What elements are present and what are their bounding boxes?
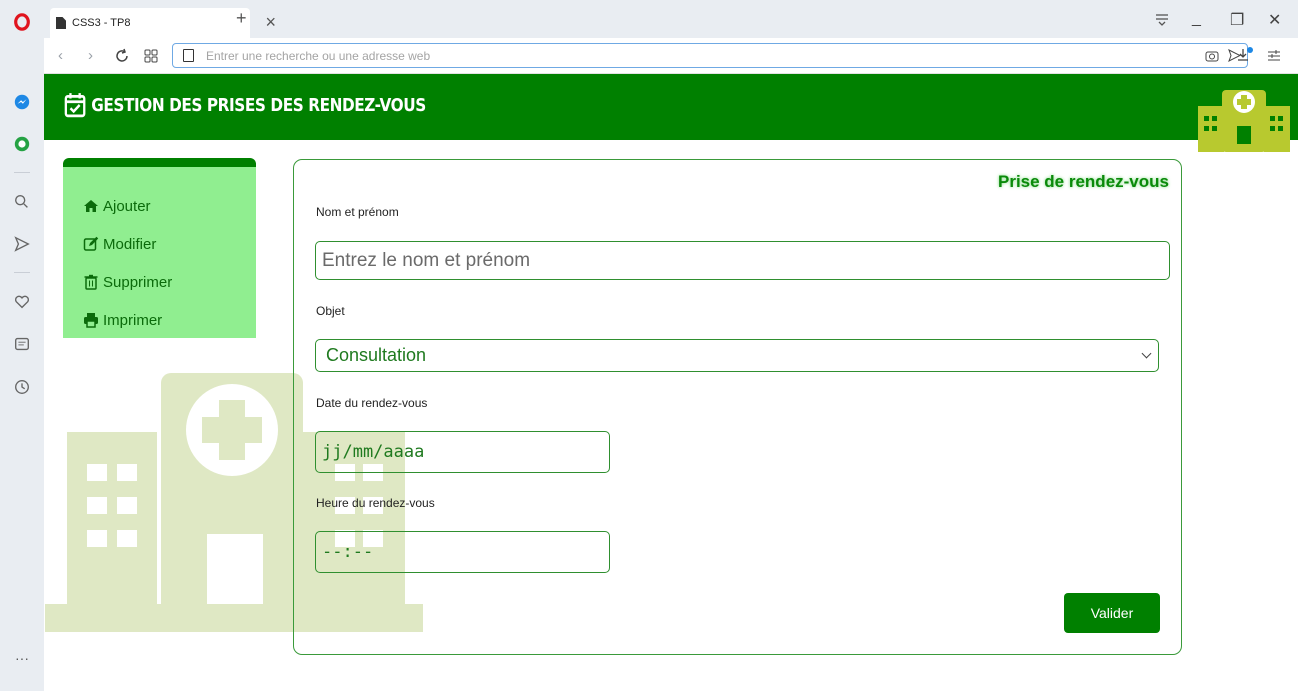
- minimize-button[interactable]: _: [1192, 10, 1201, 28]
- home-icon: [84, 200, 98, 212]
- search-icon[interactable]: [10, 190, 34, 214]
- name-label: Nom et prénom: [316, 205, 399, 219]
- url-box: [172, 43, 1248, 68]
- messenger-icon[interactable]: [10, 90, 34, 114]
- history-icon[interactable]: [10, 375, 34, 399]
- easy-setup-icon[interactable]: [1154, 12, 1170, 26]
- reload-icon[interactable]: [114, 48, 130, 64]
- menu-item-label: Supprimer: [103, 273, 173, 291]
- address-bar: ‹ ›: [44, 38, 1298, 74]
- calendar-check-icon: [64, 93, 86, 118]
- hospital-logo-icon: [1198, 90, 1290, 152]
- tabs-grid-icon[interactable]: [144, 49, 158, 63]
- page-icon: [183, 49, 194, 62]
- submit-button[interactable]: Valider: [1064, 593, 1160, 633]
- browser-tab[interactable]: CSS3 - TP8 ×: [50, 8, 276, 38]
- form-title: Prise de rendez-vous: [997, 172, 1169, 191]
- time-input[interactable]: --:--: [315, 531, 610, 573]
- time-label: Heure du rendez-vous: [316, 496, 435, 510]
- send-icon[interactable]: [10, 232, 34, 256]
- tab-close-button[interactable]: ×: [265, 12, 276, 33]
- time-placeholder: --:--: [322, 542, 374, 562]
- restore-button[interactable]: ❐: [1230, 10, 1244, 30]
- new-tab-button[interactable]: +: [236, 8, 247, 29]
- app-title-text: GESTION DES PRISES DES RENDEZ-VOUS: [91, 94, 426, 116]
- download-icon[interactable]: [1236, 47, 1254, 63]
- side-menu: Ajouter Modifier Supprimer Imprimer: [63, 158, 256, 338]
- sidebar-divider: [14, 272, 30, 273]
- close-window-button[interactable]: ✕: [1268, 10, 1281, 30]
- menu-item-label: Ajouter: [103, 197, 151, 215]
- objet-label: Objet: [316, 304, 345, 318]
- whatsapp-icon[interactable]: [10, 132, 34, 156]
- date-label: Date du rendez-vous: [316, 396, 428, 410]
- print-icon: [84, 313, 98, 328]
- edit-icon: [83, 236, 99, 251]
- heart-icon[interactable]: [10, 290, 34, 314]
- tab-bar: CSS3 - TP8 × + _ ❐ ✕: [44, 0, 1298, 38]
- menu-item-imprimer[interactable]: Imprimer: [63, 301, 256, 339]
- page-title: GESTION DES PRISES DES RENDEZ-VOUS: [64, 92, 426, 118]
- url-input[interactable]: [206, 48, 1106, 63]
- settings-sliders-icon[interactable]: [1267, 49, 1281, 63]
- tab-title: CSS3 - TP8: [72, 17, 131, 29]
- opera-logo-icon[interactable]: [10, 10, 34, 34]
- trash-icon: [84, 274, 98, 290]
- camera-icon[interactable]: [1205, 49, 1219, 62]
- back-button[interactable]: ‹: [58, 47, 63, 64]
- more-icon[interactable]: ···: [10, 646, 34, 670]
- document-icon: [56, 17, 66, 29]
- date-placeholder: jj/mm/aaaa: [322, 442, 425, 462]
- forward-button[interactable]: ›: [88, 47, 93, 64]
- menu-item-supprimer[interactable]: Supprimer: [63, 263, 256, 301]
- menu-item-label: Modifier: [103, 235, 157, 253]
- browser-sidebar: ···: [0, 0, 44, 691]
- news-icon[interactable]: [10, 332, 34, 356]
- appointment-form: Prise de rendez-vous Nom et prénom Objet…: [293, 159, 1182, 655]
- menu-item-ajouter[interactable]: Ajouter: [63, 187, 256, 225]
- date-input[interactable]: jj/mm/aaaa: [315, 431, 610, 473]
- menu-item-label: Imprimer: [103, 311, 163, 329]
- sidebar-divider: [14, 172, 30, 173]
- menu-item-modifier[interactable]: Modifier: [63, 225, 256, 263]
- objet-select[interactable]: Consultation: [315, 339, 1159, 372]
- app-header: GESTION DES PRISES DES RENDEZ-VOUS: [44, 74, 1298, 152]
- objet-selected-value: Consultation: [326, 345, 427, 365]
- chevron-down-icon: [1141, 348, 1152, 359]
- name-input[interactable]: [315, 241, 1170, 280]
